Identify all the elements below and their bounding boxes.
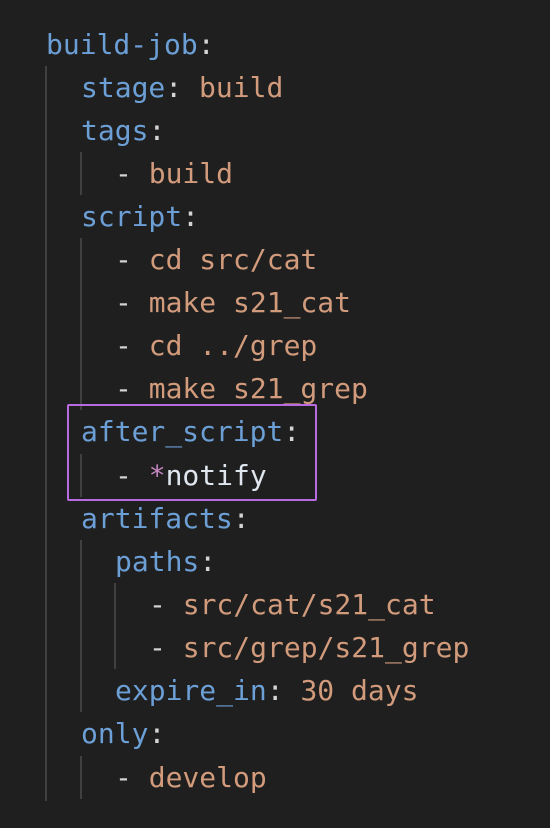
colon: : <box>182 200 200 233</box>
yaml-list-value: cd src/cat <box>148 243 318 276</box>
colon: : <box>266 674 284 707</box>
colon: : <box>148 114 166 147</box>
code-line-only-item: - develop <box>115 756 267 799</box>
yaml-key-paths: paths <box>115 545 200 578</box>
colon: : <box>148 717 166 750</box>
code-line-expire-in: expire_in: 30 days <box>115 669 418 712</box>
code-line-tags-item: - build <box>115 152 233 195</box>
code-line-stage: stage: build <box>81 66 283 109</box>
highlight-box-after-script <box>67 404 317 501</box>
code-line-script-item: - cd src/cat <box>115 238 317 281</box>
code-line-paths-item: - src/grep/s21_grep <box>149 626 469 669</box>
colon: : <box>165 71 183 104</box>
yaml-key-artifacts: artifacts <box>81 502 233 535</box>
indent-guide-paths <box>114 583 116 669</box>
yaml-list-value: develop <box>148 761 267 794</box>
code-line-only: only: <box>81 712 165 755</box>
list-dash: - <box>149 588 183 621</box>
code-line-tags: tags: <box>81 109 165 152</box>
yaml-list-value: make s21_cat <box>148 286 352 319</box>
code-line-script: script: <box>81 195 199 238</box>
yaml-list-value: make s21_grep <box>148 372 368 405</box>
indent-guide-level-1 <box>45 66 47 801</box>
yaml-value-expire-unit: days <box>334 674 419 707</box>
list-dash: - <box>115 243 149 276</box>
code-line-artifacts: artifacts: <box>81 497 250 540</box>
code-line-paths: paths: <box>115 540 216 583</box>
yaml-key-tags: tags <box>81 114 149 147</box>
yaml-list-value: build <box>148 157 234 190</box>
yaml-value-stage: build <box>199 71 284 104</box>
code-editor[interactable]: build-job: stage: build tags: - build sc… <box>0 0 550 828</box>
list-dash: - <box>115 286 149 319</box>
indent-guide-artifacts <box>80 540 82 712</box>
list-dash: - <box>115 329 149 362</box>
yaml-list-value: cd ../grep <box>148 329 318 362</box>
list-dash: - <box>115 372 149 405</box>
list-dash: - <box>115 157 149 190</box>
indent-guide-tags <box>80 152 82 195</box>
colon: : <box>232 502 250 535</box>
yaml-list-value: src/grep/s21_grep <box>182 631 470 664</box>
colon: : <box>199 545 217 578</box>
code-line-script-item: - make s21_cat <box>115 281 351 324</box>
code-line-build-job: build-job: <box>46 23 215 66</box>
list-dash: - <box>149 631 183 664</box>
yaml-value-expire-number: 30 <box>300 674 335 707</box>
yaml-key-only: only <box>81 717 149 750</box>
yaml-key-stage: stage <box>81 71 166 104</box>
indent-guide-script <box>80 238 82 410</box>
yaml-key-expire-in: expire_in <box>115 674 267 707</box>
yaml-list-value: src/cat/s21_cat <box>182 588 436 621</box>
list-dash: - <box>115 761 149 794</box>
indent-guide-only <box>80 756 82 799</box>
yaml-key-script: script <box>81 200 183 233</box>
yaml-key-build-job: build-job <box>46 28 198 61</box>
code-line-paths-item: - src/cat/s21_cat <box>149 583 436 626</box>
colon: : <box>197 28 215 61</box>
code-line-script-item: - cd ../grep <box>115 324 317 367</box>
